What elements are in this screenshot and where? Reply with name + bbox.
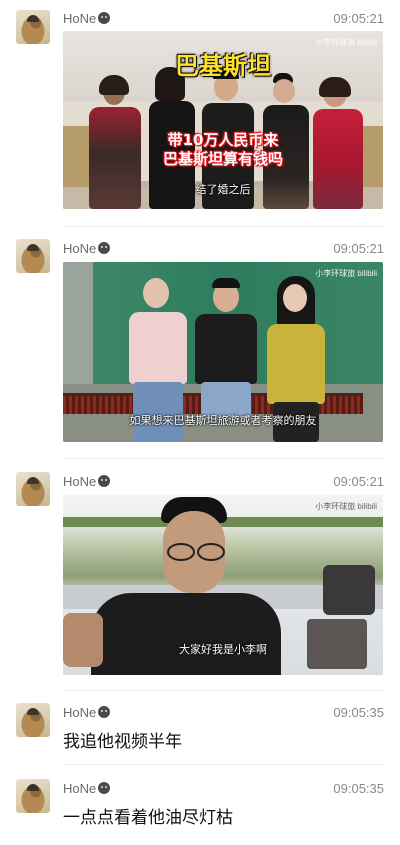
sender-avatar[interactable] [16, 703, 50, 737]
video-caption: 巴基斯坦算有钱吗 [162, 150, 283, 168]
face-badge-icon [98, 782, 111, 794]
video-message[interactable]: 小李环球旅 bilibili 大家好我是小李啊 [63, 495, 383, 675]
video-subtitle: 大家好我是小李啊 [179, 643, 267, 656]
video-subtitle: 如果想来巴基斯坦旅游或者考察的朋友 [129, 414, 317, 427]
message-text: 一点点看着他油尽灯枯 [63, 808, 233, 828]
sender-name: HoNe [63, 11, 111, 26]
sender-name: HoNe [63, 241, 111, 256]
video-subtitle: 结了婚之后 [195, 183, 251, 196]
video-watermark: 小李环球旅 bilibili [315, 502, 377, 511]
sender-avatar[interactable] [16, 239, 50, 273]
video-watermark: 小李环球旅 bilibili [315, 269, 377, 278]
sender-avatar[interactable] [16, 472, 50, 506]
message-time: 09:05:35 [333, 781, 384, 796]
video-title: 巴基斯坦 [175, 52, 271, 80]
message-text: 我追他视频半年 [63, 732, 182, 752]
face-badge-icon [98, 475, 111, 487]
sender-avatar[interactable] [16, 10, 50, 44]
face-badge-icon [98, 706, 111, 718]
sender-name: HoNe [63, 781, 111, 796]
sender-avatar[interactable] [16, 779, 50, 813]
message-time: 09:05:21 [333, 11, 384, 26]
video-message[interactable]: 小李环球旅 bilibili 如果想来巴基斯坦旅游或者考察的朋友 [63, 262, 383, 442]
divider [63, 458, 384, 459]
message-time: 09:05:35 [333, 705, 384, 720]
divider [63, 764, 384, 765]
sender-name: HoNe [63, 474, 111, 489]
divider [63, 690, 384, 691]
sender-name: HoNe [63, 705, 111, 720]
face-badge-icon [98, 242, 111, 254]
video-caption: 带10万人民币来 [167, 131, 279, 149]
divider [63, 226, 384, 227]
message-time: 09:05:21 [333, 241, 384, 256]
video-message[interactable]: 小李环球旅 bilibili 巴基斯坦 带10万人民币来 巴基斯坦算有钱吗 结了… [63, 31, 383, 209]
face-badge-icon [98, 12, 111, 24]
message-time: 09:05:21 [333, 474, 384, 489]
